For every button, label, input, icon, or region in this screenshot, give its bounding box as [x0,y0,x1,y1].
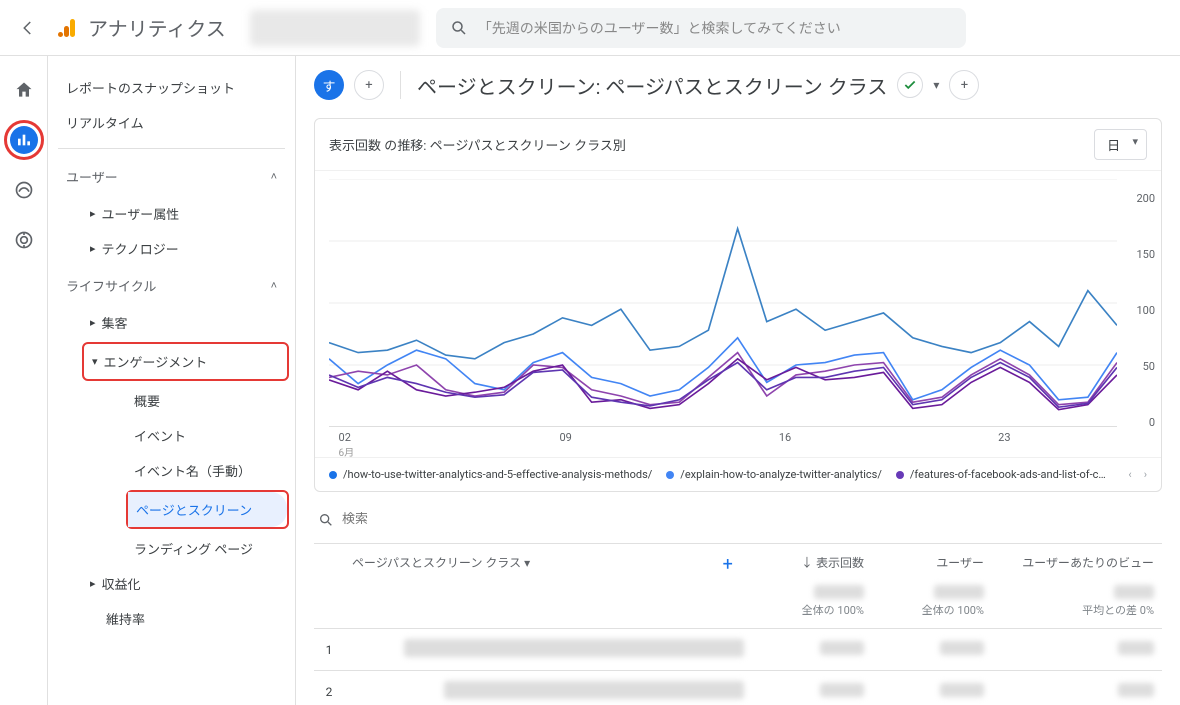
add-comparison-button[interactable]: + [949,70,979,100]
nav-events[interactable]: イベント [126,418,289,453]
left-rail [0,56,48,705]
nav-section-lifecycle[interactable]: ライフサイクル ˄ [54,266,289,305]
y-tick: 200 [1136,192,1155,205]
nav-landing[interactable]: ランディング ページ [126,531,289,566]
legend-item[interactable]: /features-of-facebook-ads-and-list-of-c… [896,468,1106,481]
separator [400,71,401,99]
table-section: ページパスとスクリーン クラス ▾ + 表示回数 ユーザー ユーザーあたりのビュ… [314,506,1162,705]
col-views[interactable]: 表示回数 [752,544,872,586]
rail-reports-icon[interactable] [10,126,38,154]
search-icon [450,19,468,37]
nav-monetization[interactable]: ▸収益化 [82,566,289,601]
nav-overview[interactable]: 概要 [126,383,289,418]
chevron-right-icon: ▸ [90,316,96,329]
nav-user-attributes[interactable]: ▸ユーザー属性 [82,196,289,231]
legend-item[interactable]: /explain-how-to-analyze-twitter-analytic… [666,468,882,481]
sidebar: レポートのスナップショット リアルタイム ユーザー ˄ ▸ユーザー属性 ▸テクノ… [48,56,296,705]
data-table: ページパスとスクリーン クラス ▾ + 表示回数 ユーザー ユーザーあたりのビュ… [314,543,1162,705]
legend-item[interactable]: /how-to-use-twitter-analytics-and-5-effe… [329,468,652,481]
page-header: す + ページとスクリーン: ページパスとスクリーン クラス ▾ + [314,70,1162,100]
col-users[interactable]: ユーザー [872,544,992,586]
nav-event-manual[interactable]: イベント名（手動） [126,453,289,488]
back-button[interactable] [16,16,40,40]
dimension-header[interactable]: ページパスとスクリーン クラス ▾ [344,544,703,586]
x-axis-labels: 026月091623 [315,431,1161,457]
nav-acquisition[interactable]: ▸集客 [82,305,289,340]
search-icon [318,512,334,528]
chart-card: 表示回数 の推移: ページパスとスクリーン クラス別 日 0 50 100 15… [314,118,1162,492]
y-tick: 150 [1136,248,1155,261]
chevron-up-icon: ˄ [271,279,277,292]
add-dimension-button[interactable]: + [723,554,733,575]
col-views-per-user[interactable]: ユーザーあたりのビュー [992,544,1162,586]
chart-area: 0 50 100 150 200 [315,171,1161,431]
table-row[interactable]: 2 [314,671,1162,705]
chevron-right-icon: ▸ [90,242,96,255]
nav-snapshot[interactable]: レポートのスナップショット [54,70,289,105]
line-chart [329,179,1117,427]
page-title: ページとスクリーン: ページパスとスクリーン クラス [417,71,887,100]
chevron-down-icon[interactable]: ▾ [933,78,939,92]
analytics-logo-icon [56,16,80,40]
legend-next-icon[interactable]: › [1144,468,1147,481]
add-segment-button[interactable]: + [354,70,384,100]
segment-chip[interactable]: す [314,70,344,100]
chevron-right-icon: ▸ [90,577,96,590]
rail-home-icon[interactable] [10,76,38,104]
y-tick: 50 [1143,360,1155,373]
nav-pages-screens[interactable]: ページとスクリーン [128,492,287,527]
table-row[interactable]: 1 [314,629,1162,671]
property-selector-blurred[interactable] [250,10,420,46]
rail-advertising-icon[interactable] [10,226,38,254]
main-content: す + ページとスクリーン: ページパスとスクリーン クラス ▾ + 表示回数 … [296,56,1180,705]
rail-explore-icon[interactable] [10,176,38,204]
table-search-input[interactable] [342,506,542,533]
chart-legend: /how-to-use-twitter-analytics-and-5-effe… [315,457,1161,491]
chevron-right-icon: ▸ [90,207,96,220]
search-placeholder: 「先週の米国からのユーザー数」と検索してみてください [478,18,841,38]
legend-prev-icon[interactable]: ‹ [1128,468,1131,481]
app-logo: アナリティクス [56,13,226,42]
status-chip[interactable] [897,72,923,98]
nav-section-user[interactable]: ユーザー ˄ [54,157,289,196]
app-name: アナリティクス [88,13,226,42]
y-tick: 0 [1149,416,1155,429]
nav-engagement[interactable]: ▾エンゲージメント [84,344,287,379]
topbar: アナリティクス 「先週の米国からのユーザー数」と検索してみてください [0,0,1180,56]
chevron-up-icon: ˄ [271,170,277,183]
nav-divider [58,148,285,149]
table-search [314,506,1162,543]
nav-technology[interactable]: ▸テクノロジー [82,231,289,266]
chevron-down-icon: ▾ [92,355,98,368]
granularity-select[interactable]: 日 [1094,129,1147,160]
nav-retention[interactable]: 維持率 [82,601,289,636]
y-tick: 100 [1136,304,1155,317]
search-bar[interactable]: 「先週の米国からのユーザー数」と検索してみてください [436,8,966,48]
chart-title: 表示回数 の推移: ページパスとスクリーン クラス別 [329,135,626,154]
nav-realtime[interactable]: リアルタイム [54,105,289,140]
